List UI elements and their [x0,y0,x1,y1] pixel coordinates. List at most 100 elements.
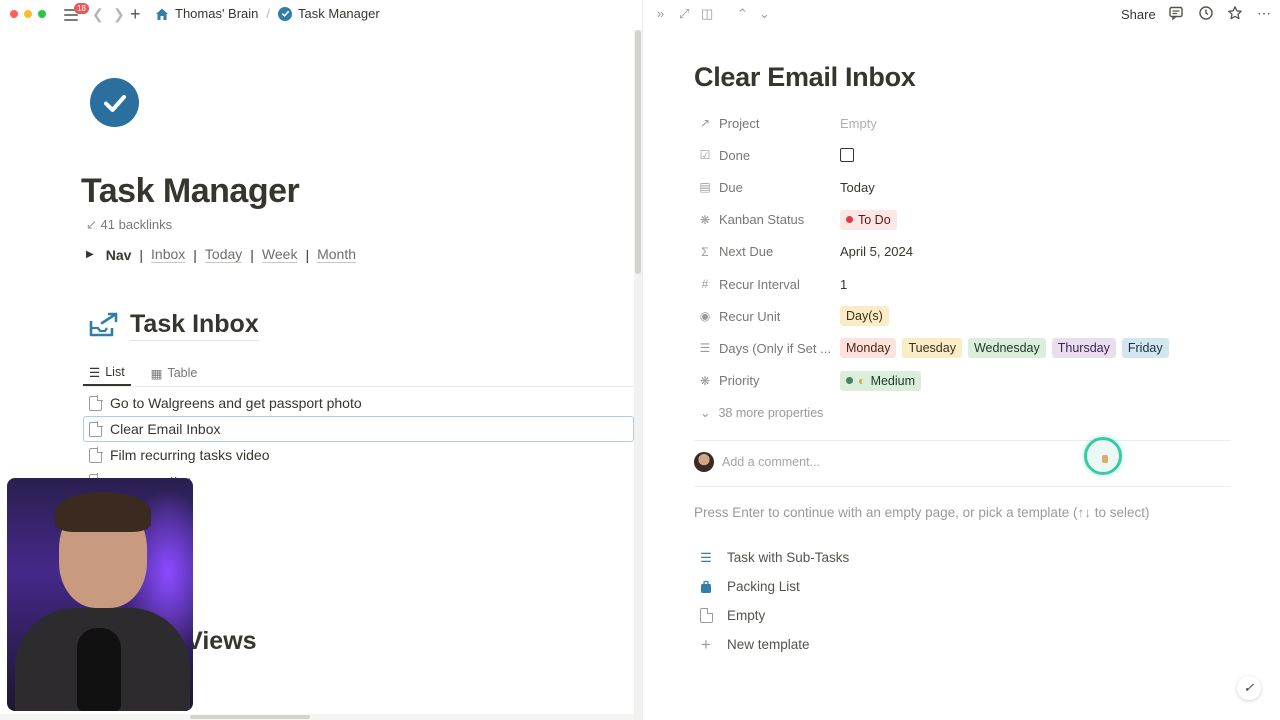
priority-badge[interactable]: ◐ Medium [840,370,922,391]
next-page-icon[interactable]: ⌄ [759,6,770,22]
comment-input[interactable]: Add a comment... [694,452,820,472]
day-tag[interactable]: Wednesday [967,338,1046,359]
template-task-with-subtasks[interactable]: ☰ Task with Sub-Tasks [699,543,849,572]
list-icon: ☰ [89,365,101,380]
property-value[interactable]: Empty [840,116,877,131]
property-kanban-status[interactable]: ❋ Kanban Status To Do [694,204,1234,236]
nav-toggle-label[interactable]: Nav [106,247,132,263]
close-peek-icon[interactable]: » [657,6,664,21]
avatar [694,452,714,472]
property-done[interactable]: ☑ Done [694,139,1234,171]
property-next-due[interactable]: Σ Next Due April 5, 2024 [694,236,1234,268]
property-value[interactable]: April 5, 2024 [840,244,913,259]
property-priority[interactable]: ❋ Priority ◐ Medium [694,365,1234,397]
previous-page-icon[interactable]: ⌃ [737,6,748,22]
list-item[interactable]: Go to Walgreens and get passport photo [83,390,634,416]
help-icon[interactable]: ✓ [1237,676,1261,700]
list-item-title: Go to Walgreens and get passport photo [110,395,362,411]
expand-icon[interactable]: ⤢ [679,6,689,22]
new-page-icon[interactable]: + [130,4,141,25]
page-title: Task Manager [81,172,300,210]
task-inbox-heading: Task Inbox [88,310,259,341]
more-options-icon[interactable]: ⋯ [1257,5,1273,21]
template-empty[interactable]: Empty [699,601,849,630]
select-tag[interactable]: Day(s) [840,306,889,327]
list-item[interactable]: Film recurring tasks video [83,442,634,468]
template-list: ☰ Task with Sub-Tasks Packing List Empty… [699,543,849,659]
comments-icon[interactable] [1168,5,1184,21]
template-label: Task with Sub-Tasks [727,550,850,565]
list-icon: ☰ [699,341,711,356]
property-label: Priority [719,373,760,389]
checkbox-icon: ☑ [699,148,711,163]
list-item-title: Film recurring tasks video [110,447,270,463]
backlinks[interactable]: ↙ 41 backlinks [86,217,172,233]
property-recur-unit[interactable]: ◉ Recur Unit Day(s) [694,300,1234,332]
main-page-pane: 18 ❮ ❯ + Thomas' Brain / Task Manager Ta… [0,0,642,720]
status-dot [846,216,853,224]
history-icon[interactable] [1198,5,1214,21]
status-badge[interactable]: To Do [840,209,897,230]
breadcrumb-workspace[interactable]: Thomas' Brain [175,6,258,21]
day-tag[interactable]: Monday [840,338,897,359]
property-due[interactable]: ▤ Due Today [694,171,1234,203]
page-icon [89,395,103,411]
property-label: Done [719,147,751,163]
zoom-window-button[interactable] [38,10,46,18]
task-inbox-title[interactable]: Task Inbox [130,310,259,341]
nav-separator: | [193,246,197,263]
hash-icon: # [701,277,709,292]
back-icon[interactable]: ❮ [92,6,104,23]
notification-badge: 18 [74,3,89,14]
microphone [77,628,121,711]
tab-table[interactable]: ▦ Table [145,360,204,386]
top-bar: 18 ❮ ❯ + Thomas' Brain / Task Manager [0,0,642,30]
nav-link-week[interactable]: Week [261,246,298,263]
vertical-scroll-thumb[interactable] [635,30,641,274]
star-icon[interactable] [1227,5,1243,21]
nav-link-today[interactable]: Today [204,246,243,263]
property-recur-interval[interactable]: # Recur Interval 1 [694,268,1234,300]
forward-icon[interactable]: ❯ [113,6,125,23]
close-window-button[interactable] [10,10,18,18]
breadcrumb-page[interactable]: Task Manager [298,6,380,21]
nav-link-inbox[interactable]: Inbox [151,246,186,263]
property-days[interactable]: ☰ Days (Only if Set ... Monday Tuesday We… [694,332,1234,364]
property-label: Kanban Status [719,212,805,228]
tab-list-label: List [105,365,125,379]
template-label: Empty [727,608,766,623]
property-value[interactable]: Today [840,180,875,195]
tab-table-label: Table [167,366,198,380]
template-packing-list[interactable]: Packing List [699,572,849,601]
day-tag[interactable]: Thursday [1051,338,1116,359]
page-check-icon[interactable] [90,78,139,127]
property-label: Recur Interval [719,276,800,292]
side-peek-icon[interactable]: ◫ [701,6,713,22]
template-new[interactable]: + New template [699,630,849,659]
horizontal-scroll-thumb[interactable] [190,715,310,719]
detail-title[interactable]: Clear Email Inbox [694,62,916,93]
horizontal-scrollbar[interactable] [0,714,634,720]
property-project[interactable]: ↗ Project Empty [694,107,1234,139]
tab-list[interactable]: ☰ List [83,360,131,386]
more-properties-toggle[interactable]: ⌄ 38 more properties [694,397,1234,429]
backlink-arrow-icon: ↙ [86,217,97,232]
select-icon: ◉ [699,309,711,324]
page-icon [699,607,713,623]
nav-link-month[interactable]: Month [317,246,357,263]
breadcrumb: Thomas' Brain / Task Manager [155,6,380,21]
day-tag[interactable]: Friday [1121,338,1169,359]
nav-separator: | [250,246,254,263]
property-value[interactable]: 1 [840,277,847,292]
done-checkbox[interactable] [840,148,854,163]
share-button[interactable]: Share [1121,7,1156,22]
list-item-title: Clear Email Inbox [110,421,221,437]
divider [694,486,1231,487]
list-item-selected[interactable]: Clear Email Inbox [83,416,634,442]
property-label: Project [719,115,760,131]
minimize-window-button[interactable] [24,10,32,18]
table-icon: ▦ [150,366,163,381]
taco-icon: ◐ [858,373,866,388]
toggle-triangle-icon[interactable]: ▶ [86,249,94,260]
day-tag[interactable]: Tuesday [902,338,962,359]
